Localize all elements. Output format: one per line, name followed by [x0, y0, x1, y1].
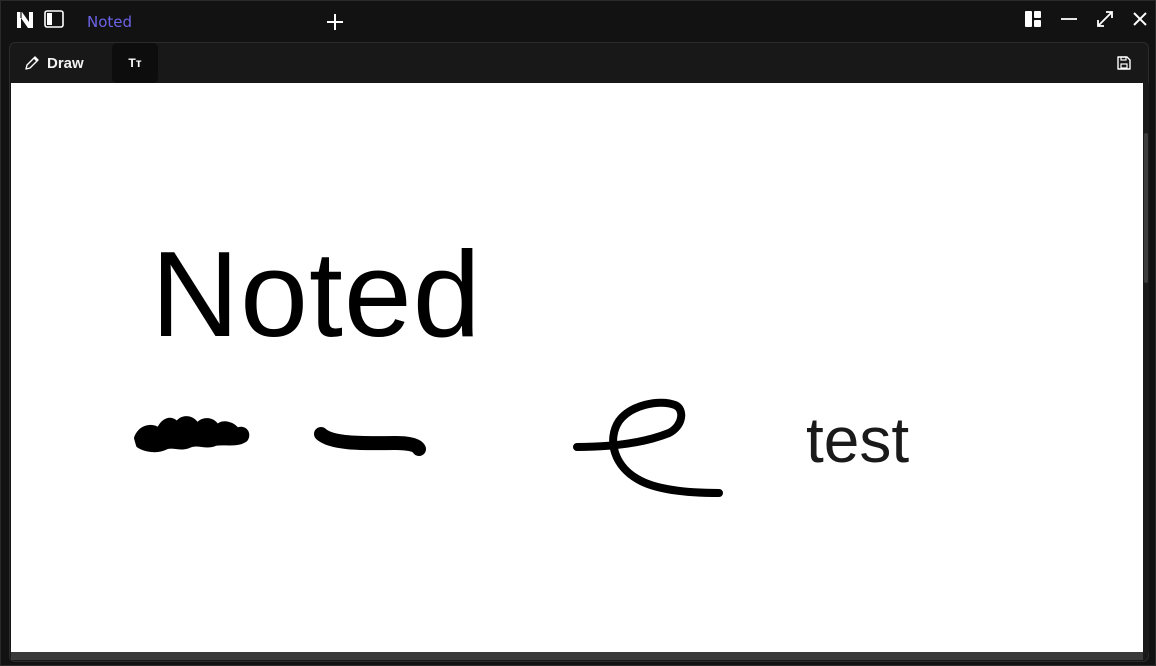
scribble-stroke-1	[134, 416, 250, 453]
close-icon[interactable]	[1130, 9, 1150, 29]
pencil-icon	[25, 56, 39, 70]
editor-toolbar: Draw Tт	[10, 43, 1148, 83]
text-tool-label: Tт	[128, 56, 142, 70]
minimize-icon[interactable]	[1059, 9, 1079, 29]
loop-stroke-3	[573, 398, 723, 497]
line-stroke-2	[314, 427, 426, 456]
drawing-strokes	[134, 398, 723, 497]
sidebar-toggle-icon[interactable]	[44, 10, 64, 28]
layout-icon[interactable]	[1023, 9, 1043, 29]
text-tool-button[interactable]: Tт	[112, 43, 158, 83]
tab-title[interactable]: Noted	[87, 13, 132, 31]
drawing-canvas[interactable]: Noted test	[11, 83, 1143, 652]
app-window: Noted Draw Tт Noted test	[0, 0, 1156, 666]
horizontal-scrollbar[interactable]	[11, 652, 1143, 660]
save-icon[interactable]	[1116, 55, 1132, 71]
vertical-scrollbar-thumb[interactable]	[1144, 133, 1148, 283]
draw-tool-button[interactable]: Draw	[24, 52, 84, 74]
draw-tool-label: Draw	[47, 54, 84, 72]
editor-panel: Draw Tт Noted test	[9, 42, 1149, 662]
maximize-icon[interactable]	[1095, 9, 1115, 29]
title-bar: Noted	[1, 1, 1156, 41]
noted-logo-icon[interactable]	[15, 10, 35, 30]
plus-icon[interactable]	[324, 11, 346, 33]
